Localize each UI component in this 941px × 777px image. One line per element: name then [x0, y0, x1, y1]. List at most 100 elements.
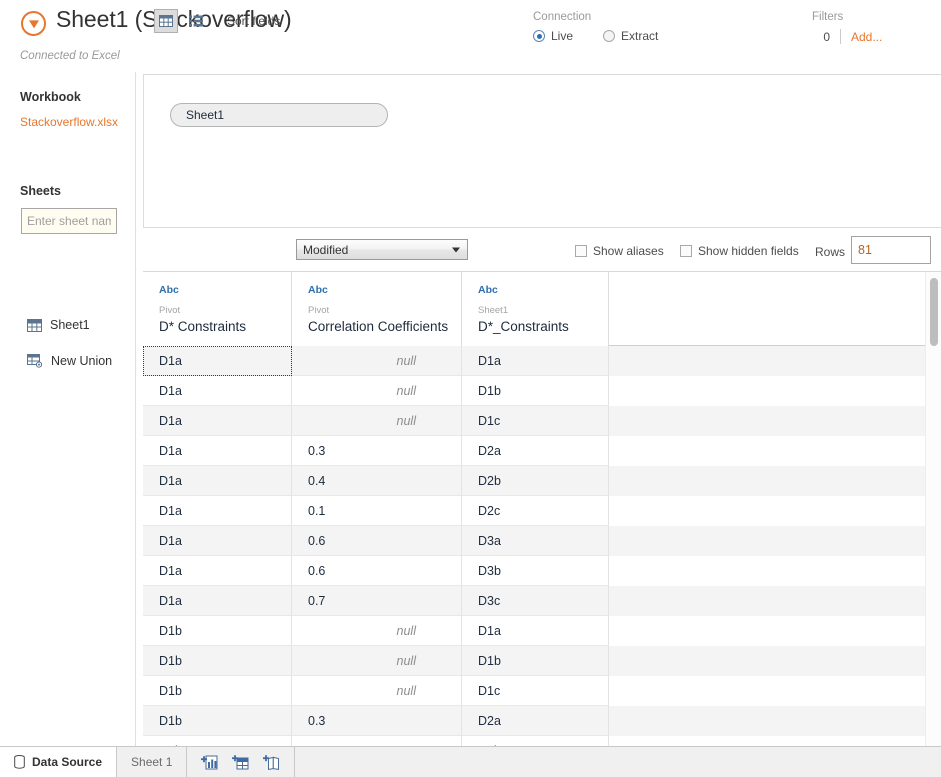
sheet-search-input[interactable]	[21, 208, 117, 234]
table-row[interactable]: D1a 0.1 D2c	[143, 496, 941, 526]
table-row[interactable]: D1b 0.3 D2a	[143, 706, 941, 736]
table-cell[interactable]: D1b	[143, 616, 292, 646]
column-source-label: Pivot	[159, 305, 181, 316]
table-cell[interactable]: D2b	[462, 736, 609, 746]
table-cell[interactable]: 0.6	[292, 556, 462, 586]
table-cell[interactable]: D1b	[462, 376, 609, 406]
table-cell[interactable]: 0.3	[292, 706, 462, 736]
grid-column-header[interactable]: Abc Pivot D* Constraints	[143, 272, 292, 346]
radio-extract-icon[interactable]	[603, 30, 616, 42]
checkbox-icon[interactable]	[575, 245, 587, 257]
connection-option-extract[interactable]: Extract	[603, 29, 658, 43]
table-cell[interactable]: null	[292, 376, 462, 406]
union-icon	[27, 354, 43, 368]
new-worksheet-icon[interactable]	[201, 755, 218, 770]
rows-label: Rows	[815, 245, 846, 259]
table-cell[interactable]: D1a	[143, 526, 292, 556]
table-cell[interactable]: D2a	[462, 706, 609, 736]
table-cell[interactable]: D2b	[462, 466, 609, 496]
table-row[interactable]: D1a null D1c	[143, 406, 941, 436]
show-hidden-fields-checkbox[interactable]: Show hidden fields	[680, 244, 799, 258]
table-cell[interactable]: D3a	[462, 526, 609, 556]
tab-data-source-label: Data Source	[32, 755, 103, 769]
table-cell[interactable]: 0.1	[292, 496, 462, 526]
show-aliases-label: Show aliases	[593, 244, 664, 258]
table-cell[interactable]: null	[292, 646, 462, 676]
tab-sheet-1[interactable]: Sheet 1	[117, 747, 188, 777]
vertical-scrollbar[interactable]	[925, 272, 941, 746]
sheets-heading: Sheets	[20, 184, 61, 198]
table-cell[interactable]: D1a	[462, 346, 609, 376]
table-cell[interactable]: D1b	[143, 706, 292, 736]
connection-option-live-label: Live	[551, 29, 574, 43]
grid-column-header[interactable]: Abc Sheet1 D*_Constraints	[462, 272, 609, 346]
grid-column-header[interactable]: Abc Pivot Correlation Coefficients	[292, 272, 462, 346]
new-story-icon[interactable]	[263, 754, 280, 770]
table-cell[interactable]: D1a	[143, 586, 292, 616]
column-source-label: Pivot	[308, 305, 330, 316]
vertical-scrollbar-thumb[interactable]	[930, 278, 938, 346]
table-row[interactable]: D1b0.4D2b	[143, 736, 941, 746]
column-datatype-icon[interactable]: Abc	[478, 284, 608, 296]
rows-input-box[interactable]: ➞	[851, 236, 941, 264]
column-datatype-icon[interactable]: Abc	[308, 284, 461, 296]
table-cell[interactable]: D1a	[143, 496, 292, 526]
filters-add-button[interactable]: Add...	[851, 30, 882, 44]
table-cell[interactable]: null	[292, 406, 462, 436]
new-dashboard-icon[interactable]	[232, 754, 249, 770]
grid-view-button[interactable]	[154, 9, 178, 33]
table-cell[interactable]: D1a	[143, 556, 292, 586]
table-cell[interactable]: D1b	[462, 646, 609, 676]
circle-down-caret-icon[interactable]	[21, 11, 46, 36]
show-aliases-checkbox[interactable]: Show aliases	[575, 244, 664, 258]
table-cell[interactable]: D1b	[143, 676, 292, 706]
table-cell[interactable]: D1a	[143, 436, 292, 466]
table-cell[interactable]: D1b	[143, 736, 292, 746]
column-datatype-icon[interactable]: Abc	[159, 284, 291, 296]
table-row[interactable]: D1a null D1a	[143, 346, 941, 376]
table-cell[interactable]: D1c	[462, 676, 609, 706]
table-cell[interactable]: D3b	[462, 556, 609, 586]
table-cell[interactable]: D3c	[462, 586, 609, 616]
workbook-file-link[interactable]: Stackoverflow.xlsx	[20, 115, 118, 129]
rows-input[interactable]	[852, 242, 941, 258]
table-cell[interactable]: D2c	[462, 496, 609, 526]
table-cell[interactable]: null	[292, 616, 462, 646]
table-row[interactable]: D1a 0.7 D3c	[143, 586, 941, 616]
join-canvas[interactable]: Sheet1	[143, 74, 941, 228]
table-cell[interactable]: 0.4	[292, 466, 462, 496]
table-row[interactable]: D1b null D1a	[143, 616, 941, 646]
table-cell[interactable]: D1a	[462, 616, 609, 646]
table-row[interactable]: D1a 0.4 D2b	[143, 466, 941, 496]
table-cell[interactable]: D1b	[143, 646, 292, 676]
tab-data-source[interactable]: Data Source	[0, 747, 118, 777]
table-cell[interactable]: null	[292, 676, 462, 706]
table-row[interactable]: D1b null D1b	[143, 646, 941, 676]
table-cell[interactable]: D1a	[143, 466, 292, 496]
table-cell[interactable]: D2a	[462, 436, 609, 466]
table-icon	[27, 318, 42, 332]
table-row[interactable]: D1a 0.3 D2a	[143, 436, 941, 466]
sort-fields-select[interactable]: Modified	[296, 239, 468, 260]
canvas-sheet-pill[interactable]: Sheet1	[170, 103, 388, 127]
table-cell[interactable]: 0.7	[292, 586, 462, 616]
table-cell[interactable]: D1a	[143, 406, 292, 436]
table-cell[interactable]: null	[292, 346, 462, 376]
table-cell[interactable]: 0.4	[292, 736, 462, 746]
table-cell[interactable]: 0.6	[292, 526, 462, 556]
table-cell[interactable]: D1a	[143, 376, 292, 406]
table-row[interactable]: D1a null D1b	[143, 376, 941, 406]
table-cell[interactable]: D1a	[143, 346, 292, 376]
checkbox-icon[interactable]	[680, 245, 692, 257]
radio-live-icon[interactable]	[533, 30, 545, 42]
table-row[interactable]: D1a 0.6 D3b	[143, 556, 941, 586]
connection-option-live[interactable]: Live	[533, 29, 573, 43]
sidebar-item-sheet1[interactable]: Sheet1	[27, 318, 90, 332]
table-row[interactable]: D1a 0.6 D3a	[143, 526, 941, 556]
table-cell[interactable]: 0.3	[292, 436, 462, 466]
list-view-button[interactable]	[184, 9, 208, 33]
sidebar-item-new-union[interactable]: New Union	[27, 354, 112, 368]
table-cell[interactable]: D1c	[462, 406, 609, 436]
table-row[interactable]: D1b null D1c	[143, 676, 941, 706]
column-name-label: Correlation Coefficients	[308, 319, 449, 334]
